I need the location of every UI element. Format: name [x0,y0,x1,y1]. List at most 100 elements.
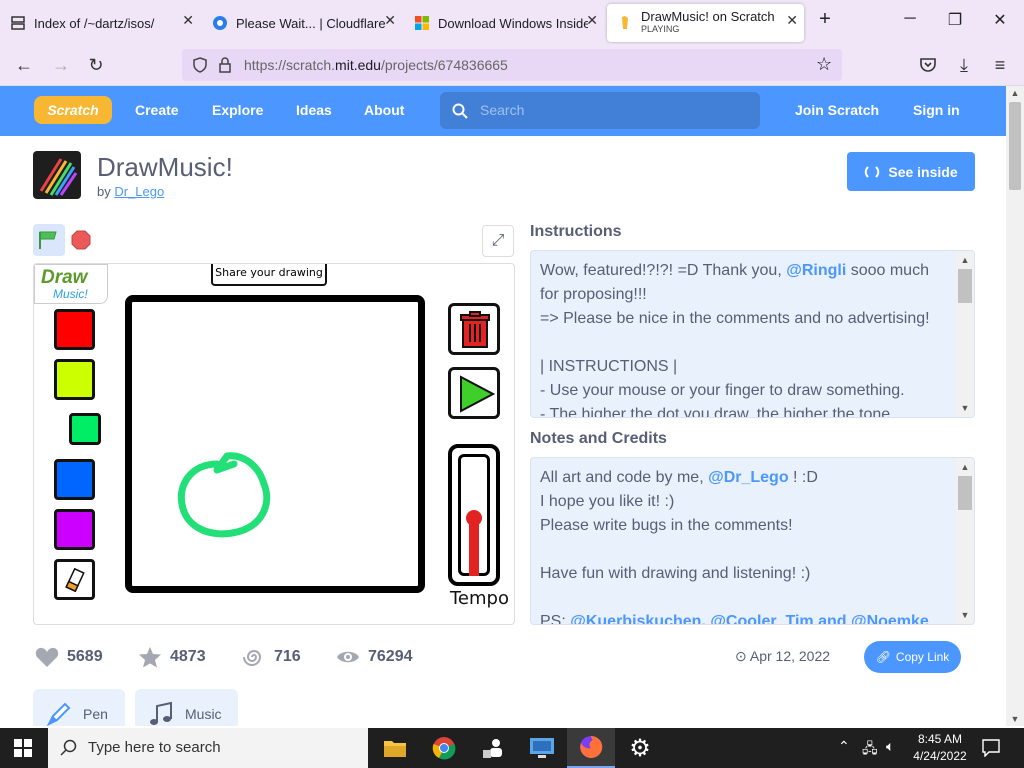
play-drawing-button[interactable] [448,367,500,419]
tempo-slider[interactable] [448,444,500,586]
remix-count-value: 716 [274,648,301,665]
close-tab-icon[interactable]: ✕ [384,12,396,29]
scroll-thumb[interactable] [958,476,972,510]
user-mention-link[interactable]: @Kuerbiskuchen [570,613,701,624]
favorite-count[interactable]: 4873 [138,646,206,668]
bookmark-star-icon[interactable]: ☆ [816,54,832,75]
scroll-up-icon[interactable]: ▲ [956,253,974,267]
page-scrollbar[interactable]: ▲ ▼ [1006,86,1024,726]
close-tab-icon[interactable]: ✕ [586,12,598,29]
tab-drawmusic-active[interactable]: DrawMusic! on Scratch PLAYING ✕ [607,4,804,42]
volume-icon[interactable]: 🔈︎ [886,738,894,755]
instructions-line-text: | INSTRUCTIONS | [540,358,678,375]
browser-tab-bar: Index of /~dartz/isos/ ✕ Please Wait... … [0,0,1024,44]
tab-dartz-isos[interactable]: Index of /~dartz/isos/ ✕ [0,6,200,40]
notes-box[interactable]: All art and code by me, @Dr_Lego ! :D I h… [530,457,975,625]
share-date: ⊙ Apr 12, 2022 [735,648,830,665]
url-text[interactable]: https://scratch.mit.edu/projects/6748366… [244,57,508,73]
share-drawing-button[interactable]: Share your drawing [211,264,327,286]
taskbar-search-input[interactable]: Type here to search [48,728,368,768]
forward-arrow-icon[interactable]: → [49,53,73,77]
tab-title: DrawMusic! on Scratch [641,10,775,23]
nav-about[interactable]: About [364,102,404,118]
drawing-canvas[interactable] [125,295,425,593]
tab-playing-label: PLAYING [641,24,680,34]
windows-start-icon[interactable] [14,739,32,757]
close-tab-icon[interactable]: ✕ [786,12,798,29]
close-window-button[interactable]: ✕ [985,10,1015,30]
settings-gear-icon[interactable]: ⚙ [616,728,664,768]
notes-scrollbar[interactable]: ▲ ▼ [956,458,974,624]
fullscreen-icon[interactable]: ⤢ [482,225,514,257]
tempo-handle[interactable] [466,510,482,526]
scroll-thumb[interactable] [958,269,972,303]
clear-canvas-button[interactable] [448,303,500,355]
sign-in-link[interactable]: Sign in [913,102,960,118]
scratch-logo[interactable]: Scratch [34,96,112,124]
menu-icon[interactable]: ≡ [988,53,1012,77]
show-hidden-icons-icon[interactable]: ⌃ [838,738,850,755]
scroll-down-icon[interactable]: ▼ [956,608,974,622]
address-bar[interactable]: https://scratch.mit.edu/projects/6748366… [182,49,842,81]
project-thumbnail [33,151,81,199]
tab-cloudflare[interactable]: Please Wait... | Cloudflare ✕ [202,6,402,40]
scroll-down-icon[interactable]: ▼ [956,401,974,415]
color-swatch-purple[interactable] [54,509,95,550]
lock-icon[interactable] [218,57,232,73]
reload-icon[interactable]: ↻ [84,53,108,77]
extension-music[interactable]: Music [135,689,238,726]
copy-link-button[interactable]: 🔗︎ Copy Link [864,641,961,673]
pocket-icon[interactable] [919,56,937,74]
scroll-up-icon[interactable]: ▲ [956,460,974,474]
project-stage[interactable]: Draw Music! Share your drawing Tempo [33,263,515,625]
eraser-button[interactable] [54,559,95,600]
notes-heading: Notes and Credits [530,430,667,447]
scratch-cat-icon [622,16,628,29]
user-mention-link[interactable]: @Dr_Lego [708,469,789,486]
color-swatch-green-selected[interactable] [69,413,101,445]
remote-desktop-icon[interactable] [518,728,566,768]
page-scroll-thumb[interactable] [1009,102,1021,190]
maximize-button[interactable]: ❐ [940,10,970,30]
join-scratch-link[interactable]: Join Scratch [795,102,879,118]
color-swatch-blue[interactable] [54,459,95,500]
instructions-box[interactable]: Wow, featured!?!?! =D Thank you, @Ringli… [530,250,975,418]
instructions-scrollbar[interactable]: ▲ ▼ [956,251,974,417]
color-swatch-red[interactable] [54,309,95,350]
search-icon [452,103,468,119]
shield-icon[interactable] [192,57,208,73]
play-icon [460,375,495,413]
new-tab-button[interactable]: + [810,8,840,31]
notifications-icon[interactable] [982,739,1000,757]
tab-windows-insider[interactable]: Download Windows Insider ✕ [404,6,604,40]
stage-controls: ⤢ [33,224,515,260]
instructions-text: Wow, featured!?!?! =D Thank you, @Ringli… [540,259,955,417]
color-swatch-lime[interactable] [54,359,95,400]
clock-icon: ⊙ [735,648,747,664]
back-arrow-icon[interactable]: ← [12,53,36,77]
extension-pen[interactable]: Pen [33,689,125,726]
user-mention-link[interactable]: @Ringli [786,262,846,279]
stop-sign-icon[interactable] [71,230,91,250]
project-thumbnail-art [39,158,78,196]
scroll-up-icon[interactable]: ▲ [1006,88,1024,98]
minimize-button[interactable]: ─ [895,10,925,28]
author-link[interactable]: Dr_Lego [114,184,164,199]
firefox-icon[interactable] [567,728,615,768]
system-clock[interactable]: 8:45 AM 4/24/2022 [912,731,968,765]
scratch-search-input[interactable]: Search [440,92,760,129]
scroll-down-icon[interactable]: ▼ [1006,714,1024,724]
chrome-icon[interactable] [420,728,468,768]
notes-line-text: Please write bugs in the comments! [540,517,793,534]
close-tab-icon[interactable]: ✕ [182,12,194,29]
network-icon[interactable]: 🖧︎ [862,738,878,762]
see-inside-button[interactable]: See inside [847,152,975,191]
nav-create[interactable]: Create [135,102,179,118]
nav-ideas[interactable]: Ideas [296,102,332,118]
people-app-icon[interactable] [469,728,517,768]
nav-explore[interactable]: Explore [212,102,263,118]
love-count[interactable]: 5689 [35,646,103,668]
download-icon[interactable]: ⤓ [952,53,976,77]
file-explorer-icon[interactable] [371,728,419,768]
green-flag-button[interactable] [33,224,65,256]
